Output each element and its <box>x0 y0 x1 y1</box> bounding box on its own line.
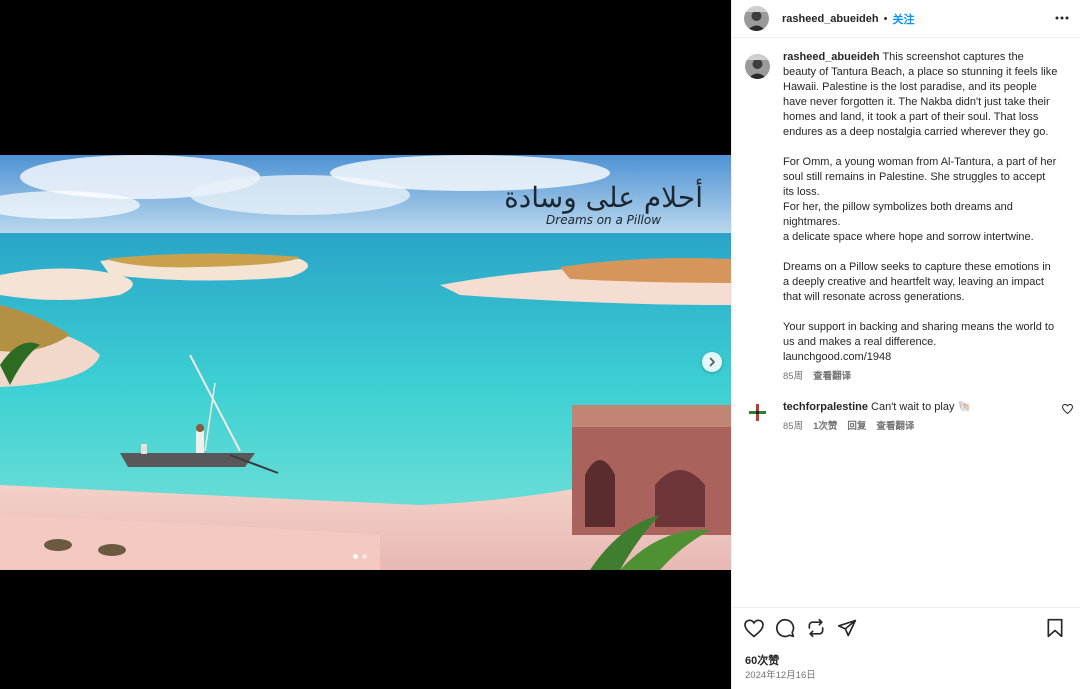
follow-button[interactable]: 关注 <box>892 11 914 27</box>
comment-time[interactable]: 85周 <box>783 419 803 434</box>
caption-meta: 85周 查看翻译 <box>783 369 1058 384</box>
post-date[interactable]: 2024年12月16日 <box>745 667 816 681</box>
comment-likes[interactable]: 1次赞 <box>813 419 837 434</box>
author-avatar[interactable] <box>744 6 769 31</box>
separator-dot: • <box>883 12 888 25</box>
chevron-right-icon <box>709 357 715 367</box>
comment-body: techforpalestine Can't wait to play 🐚 85… <box>783 400 1033 434</box>
repost-button[interactable] <box>806 618 828 640</box>
reply-button[interactable]: 回复 <box>847 419 866 434</box>
caption-body: rasheed_abueideh This screenshot capture… <box>783 50 1058 384</box>
caption-avatar[interactable] <box>745 54 770 79</box>
post-image: أحلام على وسادة Dreams on a Pillow <box>0 155 731 570</box>
heart-icon <box>1061 403 1074 415</box>
heart-icon <box>744 619 764 638</box>
comments-section: rasheed_abueideh This screenshot capture… <box>732 50 1080 607</box>
post-header: rasheed_abueideh • 关注 <box>732 0 1080 38</box>
caption-paragraph-2: For Omm, a young woman from Al-Tantura, … <box>783 156 1057 243</box>
artwork-logo: أحلام على وسادة Dreams on a Pillow <box>504 181 704 228</box>
repost-icon <box>808 618 824 638</box>
more-options-button[interactable] <box>1054 10 1070 26</box>
comment-button[interactable] <box>775 618 797 640</box>
artwork-title-latin: Dreams on a Pillow <box>546 213 662 227</box>
comment-meta: 85周 1次赞 回复 查看翻译 <box>783 419 1033 434</box>
slide-dot <box>362 554 367 559</box>
slide-dot-active <box>353 554 358 559</box>
caption-paragraph-1: rasheed_abueideh This screenshot capture… <box>783 50 1058 140</box>
comment-icon <box>775 618 795 638</box>
comment-like-button[interactable] <box>1061 403 1074 417</box>
comment-translation-link[interactable]: 查看翻译 <box>876 419 914 434</box>
author-username[interactable]: rasheed_abueideh <box>782 13 879 25</box>
caption-username[interactable]: rasheed_abueideh <box>783 51 880 63</box>
caption-time[interactable]: 85周 <box>783 369 803 384</box>
share-button[interactable] <box>837 618 859 640</box>
caption-text: This screenshot captures the beauty of T… <box>783 51 1061 138</box>
post-caption: rasheed_abueideh This screenshot capture… <box>732 50 1080 384</box>
post-actions: 60次赞 2024年12月16日 <box>732 607 1080 689</box>
likes-count[interactable]: 60次赞 <box>745 652 779 668</box>
like-button[interactable] <box>744 618 766 640</box>
action-icon-row <box>744 618 1068 640</box>
comment-item: techforpalestine Can't wait to play 🐚 85… <box>732 400 1080 434</box>
bookmark-icon <box>1047 618 1063 638</box>
send-icon <box>837 619 857 637</box>
caption-paragraph-4: Your support in backing and sharing mean… <box>783 321 1055 363</box>
see-translation-link[interactable]: 查看翻译 <box>813 369 851 384</box>
caption-paragraph-3: Dreams on a Pillow seeks to capture thes… <box>783 261 1054 303</box>
next-slide-button[interactable] <box>702 352 722 372</box>
artwork-title-arabic: أحلام على وسادة <box>504 181 704 214</box>
slide-indicator <box>353 554 367 559</box>
commenter-avatar[interactable] <box>745 400 770 425</box>
commenter-username[interactable]: techforpalestine <box>783 401 868 413</box>
save-button[interactable] <box>1046 618 1068 640</box>
post-sidebar: rasheed_abueideh • 关注 rasheed_abueideh T… <box>731 0 1080 689</box>
more-horizontal-icon <box>1055 16 1069 20</box>
comment-text: Can't wait to play 🐚 <box>871 401 972 413</box>
post-media: أحلام على وسادة Dreams on a Pillow <box>0 0 731 689</box>
